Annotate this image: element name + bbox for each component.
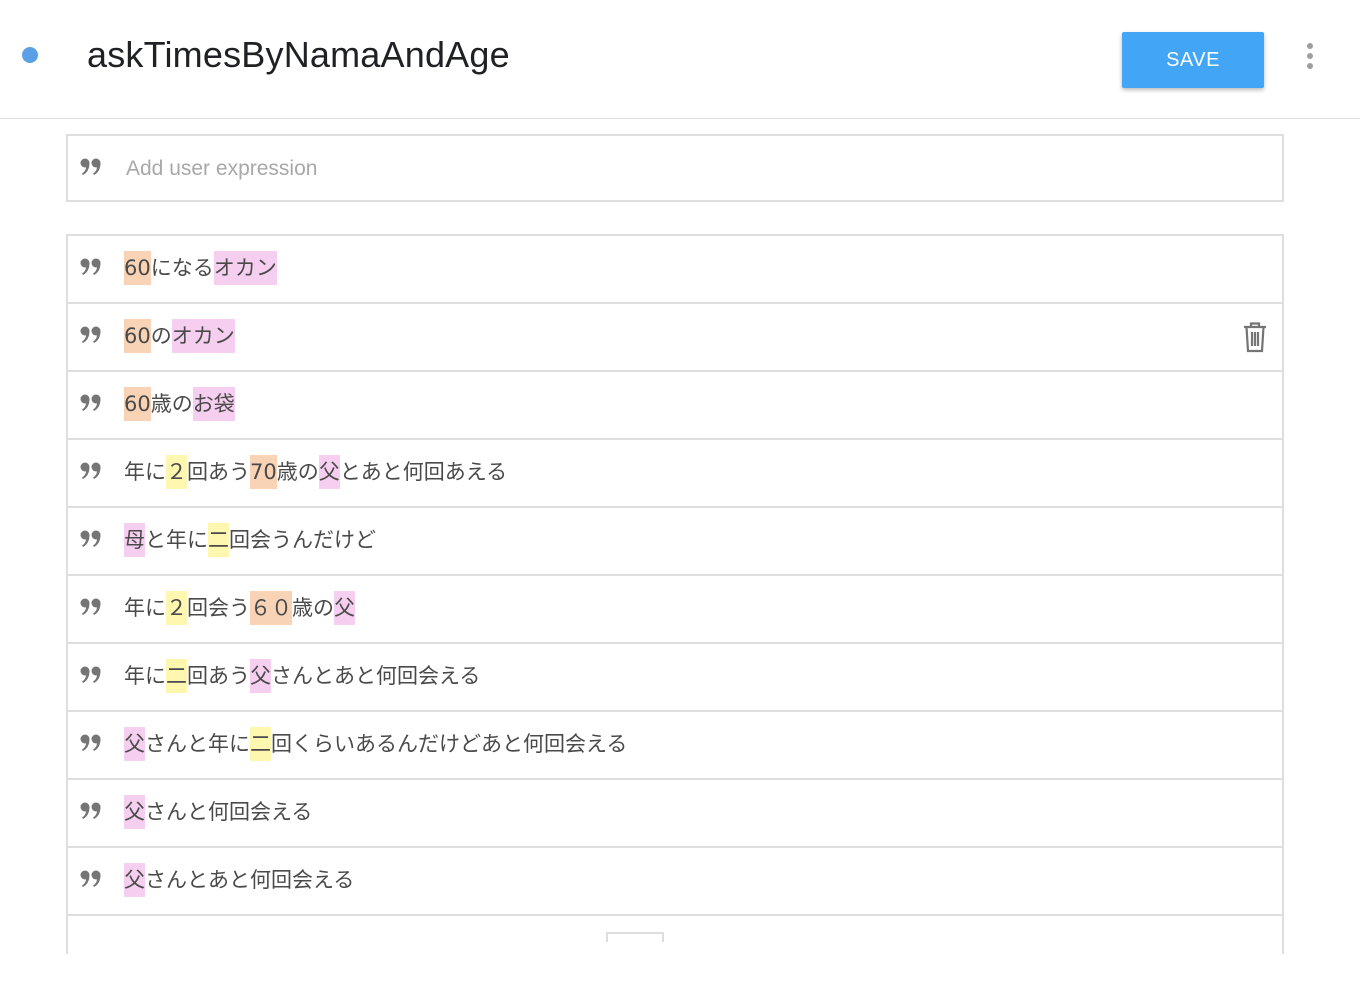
expression-segment: と年に [145, 528, 208, 552]
annotation-count[interactable]: ２ [166, 591, 187, 625]
expression-segment: 年に [124, 596, 166, 620]
add-expression-box [66, 134, 1284, 202]
expression-segment: 歳の [150, 392, 193, 416]
expression-text[interactable]: 年に２回あう70歳の父とあと何回あえる [124, 455, 507, 489]
expression-segment: さんとあと何回会える [145, 868, 355, 892]
annotation-person[interactable]: 父 [250, 659, 271, 693]
expression-row[interactable]: 年に２回あう70歳の父とあと何回あえる [68, 440, 1282, 508]
expression-list: 60になるオカン 60のオカン 60歳のお袋 年に２回あう70歳の父とあと何回あ… [66, 234, 1284, 984]
expression-text[interactable]: 年に二回あう父さんとあと何回会える [124, 659, 480, 693]
expression-row[interactable]: 60になるオカン [68, 236, 1282, 304]
annotation-person[interactable]: オカン [213, 251, 277, 285]
save-button[interactable]: SAVE [1122, 32, 1264, 88]
quote-icon [80, 462, 102, 480]
annotation-person[interactable]: オカン [171, 319, 235, 353]
quote-icon [80, 258, 102, 276]
annotation-person[interactable]: 母 [124, 523, 145, 557]
quote-icon [80, 870, 102, 888]
annotation-count[interactable]: 二 [250, 727, 271, 761]
quote-icon [80, 326, 102, 344]
expression-row[interactable]: 年に２回会う６０歳の父 [68, 576, 1282, 644]
expression-row[interactable]: 60歳のお袋 [68, 372, 1282, 440]
expression-segment: 回会う [187, 596, 250, 620]
expression-segment: さんとあと何回会える [271, 664, 481, 688]
annotation-person[interactable]: 父 [124, 727, 145, 761]
expression-segment: 年に [124, 460, 166, 484]
expression-row[interactable]: 父さんとあと何回会える [68, 848, 1282, 916]
expression-segment: さんと年に [145, 732, 250, 756]
annotation-person[interactable]: 父 [124, 863, 145, 897]
intent-title[interactable]: askTimesByNamaAndAge [87, 32, 510, 78]
annotation-count[interactable]: ２ [166, 455, 187, 489]
expression-text[interactable]: 父さんとあと何回会える [124, 863, 354, 897]
expression-segment: になる [150, 256, 214, 280]
trash-icon[interactable] [1242, 321, 1268, 353]
annotation-count[interactable]: 二 [208, 523, 229, 557]
annotation-person[interactable]: 父 [318, 455, 340, 489]
expression-text[interactable]: 60になるオカン [124, 251, 277, 285]
quote-icon [80, 530, 102, 548]
expression-row[interactable]: 父さんと何回会える [68, 780, 1282, 848]
expression-segment: さんと何回会える [145, 800, 313, 824]
annotation-count[interactable]: 二 [166, 659, 187, 693]
expression-segment: 歳の [292, 596, 334, 620]
expression-text[interactable]: 60のオカン [124, 319, 235, 353]
quote-icon [80, 666, 102, 684]
expression-row[interactable]: 父さんと年に二回くらいあるんだけどあと何回会える [68, 712, 1282, 780]
expression-text[interactable]: 60歳のお袋 [124, 387, 235, 421]
annotation-number[interactable]: ６０ [250, 591, 292, 625]
quote-icon [80, 734, 102, 752]
expression-row[interactable]: 年に二回あう父さんとあと何回会える [68, 644, 1282, 712]
expression-text[interactable]: 年に２回会う６０歳の父 [124, 591, 355, 625]
expression-segment: とあと何回あえる [339, 460, 508, 484]
annotation-number[interactable]: 60 [124, 251, 151, 285]
annotation-number[interactable]: 70 [250, 455, 277, 489]
expression-segment: の [150, 324, 172, 348]
annotation-number[interactable]: 60 [124, 387, 151, 421]
annotation-person[interactable]: 父 [124, 795, 145, 829]
expression-segment: 回会うんだけど [229, 528, 376, 552]
expression-text[interactable]: 父さんと何回会える [124, 795, 312, 829]
expression-row[interactable] [68, 916, 1282, 984]
quote-icon [80, 394, 102, 412]
expression-text[interactable]: 母と年に二回会うんだけど [124, 523, 376, 557]
quote-icon [80, 598, 102, 616]
partial-row-element [606, 932, 664, 942]
expression-segment: 回あう [187, 664, 250, 688]
more-vert-icon[interactable] [1298, 40, 1322, 72]
expression-segment: 回くらいあるんだけどあと何回会える [271, 732, 628, 756]
header: askTimesByNamaAndAge SAVE [0, 0, 1360, 119]
annotation-person[interactable]: 父 [334, 591, 355, 625]
expression-row[interactable]: 母と年に二回会うんだけど [68, 508, 1282, 576]
add-user-expression-input[interactable] [124, 150, 1248, 188]
annotation-number[interactable]: 60 [124, 319, 151, 353]
expression-text[interactable]: 父さんと年に二回くらいあるんだけどあと何回会える [124, 727, 627, 761]
expression-row[interactable]: 60のオカン [68, 304, 1282, 372]
quote-icon [80, 158, 102, 176]
expression-segment: 回あう [187, 460, 250, 484]
status-dot [22, 47, 38, 63]
quote-icon [80, 802, 102, 820]
expression-segment: 年に [124, 664, 166, 688]
annotation-person[interactable]: お袋 [192, 387, 235, 421]
expression-segment: 歳の [276, 460, 319, 484]
